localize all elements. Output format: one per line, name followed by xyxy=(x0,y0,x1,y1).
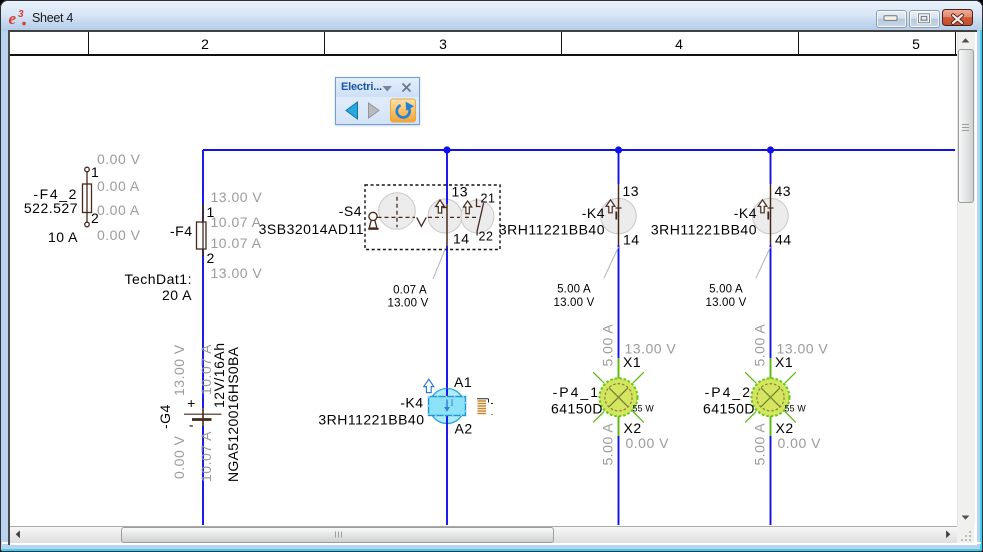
svg-text:A1: A1 xyxy=(454,374,472,390)
svg-text:X2: X2 xyxy=(624,420,642,436)
svg-text:2: 2 xyxy=(207,250,215,266)
svg-text:20 A: 20 A xyxy=(162,287,192,303)
svg-text:10.07 A: 10.07 A xyxy=(198,431,214,482)
svg-text:-K4: -K4 xyxy=(582,205,605,221)
svg-text:0.00 V: 0.00 V xyxy=(778,435,822,451)
svg-text:13: 13 xyxy=(623,183,640,199)
svg-text:0.00 A: 0.00 A xyxy=(97,202,140,218)
svg-text:64150D: 64150D xyxy=(703,401,755,417)
svg-text:13.00 V: 13.00 V xyxy=(705,297,746,309)
svg-text:3RH11221BB40: 3RH11221BB40 xyxy=(318,412,424,428)
svg-text:10.07 A: 10.07 A xyxy=(198,344,214,395)
svg-text:3RH11221BB40: 3RH11221BB40 xyxy=(651,222,757,238)
svg-text:13: 13 xyxy=(452,184,469,200)
svg-text:22: 22 xyxy=(479,230,494,244)
svg-text:A2: A2 xyxy=(455,421,473,437)
svg-text:13.00 V: 13.00 V xyxy=(387,298,428,310)
svg-text:-S4: -S4 xyxy=(339,203,362,219)
svg-text:NGA5120016HS0BA: NGA5120016HS0BA xyxy=(225,346,241,482)
svg-text:3RH11221BB40: 3RH11221BB40 xyxy=(499,222,605,238)
svg-text:0.00 V: 0.00 V xyxy=(626,435,670,451)
svg-text:5.00 A: 5.00 A xyxy=(600,324,616,367)
svg-text:5.00 A: 5.00 A xyxy=(600,423,616,466)
svg-text:64150D: 64150D xyxy=(551,401,603,417)
svg-text:+: + xyxy=(187,395,196,411)
svg-text:0.00 V: 0.00 V xyxy=(171,435,187,479)
svg-text:0.00 A: 0.00 A xyxy=(97,178,140,194)
svg-text:13.00 V: 13.00 V xyxy=(171,344,187,396)
svg-text:43: 43 xyxy=(775,183,792,199)
svg-text:13.00 V: 13.00 V xyxy=(211,265,263,281)
svg-text:13.00 V: 13.00 V xyxy=(625,341,677,357)
svg-text:-K4: -K4 xyxy=(400,395,423,411)
svg-text:5.00 A: 5.00 A xyxy=(557,284,591,296)
svg-text:0.00 V: 0.00 V xyxy=(97,227,141,243)
svg-text:13.00 V: 13.00 V xyxy=(777,341,829,357)
svg-text:522.527: 522.527 xyxy=(24,200,78,216)
svg-text:-: - xyxy=(189,417,194,433)
svg-text:X2: X2 xyxy=(776,420,794,436)
svg-text:-P4_1: -P4_1 xyxy=(553,384,600,400)
svg-text:55 W: 55 W xyxy=(633,404,655,414)
svg-text:14: 14 xyxy=(453,231,470,247)
svg-text:3SB32014AD11: 3SB32014AD11 xyxy=(259,221,364,237)
svg-text:13.00 V: 13.00 V xyxy=(553,297,594,309)
svg-text:10.07 A: 10.07 A xyxy=(211,235,262,251)
svg-text:-P4_2: -P4_2 xyxy=(705,384,752,400)
svg-text:55 W: 55 W xyxy=(785,404,807,414)
svg-text:13.00 V: 13.00 V xyxy=(211,189,263,205)
svg-text:-F4: -F4 xyxy=(170,223,193,239)
svg-text:10 A: 10 A xyxy=(48,229,78,245)
svg-text:44: 44 xyxy=(775,232,792,248)
svg-text:TechDat1:: TechDat1: xyxy=(124,271,192,287)
svg-text:0.00 V: 0.00 V xyxy=(97,151,141,167)
svg-text:-G4: -G4 xyxy=(157,404,173,429)
svg-text:-K4: -K4 xyxy=(734,205,757,221)
svg-text:5.00 A: 5.00 A xyxy=(709,284,743,296)
svg-text:5.00 A: 5.00 A xyxy=(752,423,768,466)
svg-text:10.07 A: 10.07 A xyxy=(211,214,262,230)
svg-text:21: 21 xyxy=(481,192,496,206)
svg-text:5.00 A: 5.00 A xyxy=(752,324,768,367)
svg-text:14: 14 xyxy=(623,232,640,248)
svg-text:I: I xyxy=(451,398,454,408)
svg-text:0.07 A: 0.07 A xyxy=(393,285,427,297)
